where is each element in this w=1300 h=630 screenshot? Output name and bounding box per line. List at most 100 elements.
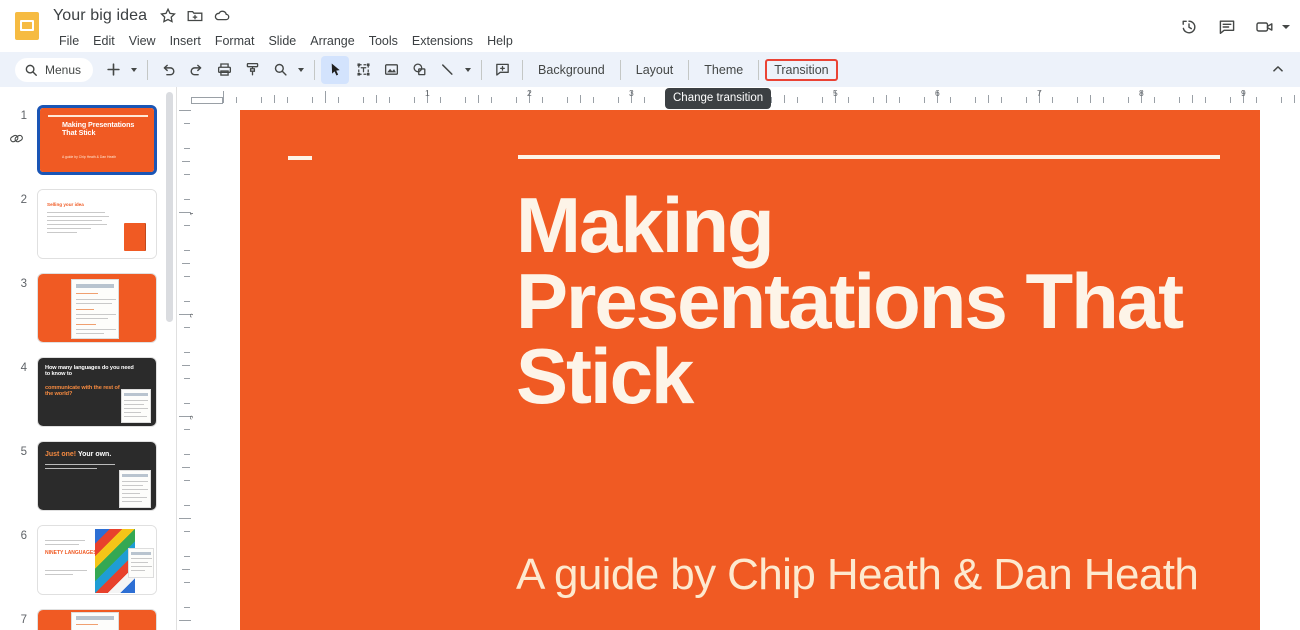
slide-thumbnail[interactable] [37,609,157,630]
slide-accent-dash [288,156,312,160]
move-to-folder-icon[interactable] [186,7,204,25]
ruler-tick [886,95,887,103]
version-history-icon[interactable] [1173,11,1205,43]
slide-thumbnail[interactable] [37,273,157,343]
menu-tools[interactable]: Tools [362,31,405,51]
zoom-icon [274,63,287,76]
menu-extensions[interactable]: Extensions [405,31,480,51]
thumb-title: Selling your idea [47,202,84,207]
ruler-tick-minor [643,97,645,103]
line-chevron-down-icon[interactable] [461,56,475,84]
slides-logo-icon[interactable] [13,11,41,41]
current-slide[interactable]: Making Presentations That Stick A guide … [240,110,1260,630]
vertical-ruler[interactable]: 123 [177,104,193,630]
toolbar-divider-6 [688,59,690,80]
plus-icon [106,63,120,76]
slide-number: 5 [20,446,27,458]
ruler-tick-minor [184,148,190,150]
filmstrip-slide-4[interactable]: 4 How many languages do you need to know… [0,357,176,441]
ruler-tick [376,95,377,103]
slide-filmstrip[interactable]: 1 Making Presentations That Stick A guid… [0,87,176,630]
ruler-tick-minor [184,530,190,532]
comment-icon[interactable] [1211,11,1243,43]
transition-button[interactable]: Transition [765,58,838,81]
ruler-tick-minor [618,97,620,103]
thumb-subtitle: A guide by Chip Heath & Dan Heath [62,155,117,159]
video-camera-icon[interactable] [1249,11,1281,43]
insert-image-button[interactable] [377,56,405,84]
slide-canvas-area[interactable]: Making Presentations That Stick A guide … [193,104,1300,630]
ruler-tick-minor [1026,97,1028,103]
menu-file[interactable]: File [52,31,86,51]
top-right-actions [1173,11,1290,43]
ruler-tick [988,95,989,103]
insert-line-button[interactable] [433,56,461,84]
redo-button[interactable] [182,56,210,84]
print-icon [217,63,231,76]
menu-view[interactable]: View [122,31,163,51]
star-icon[interactable] [159,7,177,25]
menu-edit[interactable]: Edit [86,31,122,51]
search-menus-label: Menus [45,62,82,77]
slide-thumbnail[interactable]: Just one! Your own. [37,441,157,511]
slide-thumbnail[interactable]: Making Presentations That Stick A guide … [37,105,157,175]
ruler-tick-minor [1230,97,1232,103]
theme-button[interactable]: Theme [695,59,752,81]
filmstrip-slide-2[interactable]: 2 Selling your idea [0,189,176,273]
background-button[interactable]: Background [529,59,614,81]
menu-slide[interactable]: Slide [261,31,303,51]
ruler-tick [182,467,190,468]
new-slide-button[interactable] [99,56,127,84]
collapse-toolbar-button[interactable] [1264,55,1292,83]
print-button[interactable] [210,56,238,84]
ruler-tick-minor [975,97,977,103]
slide-subtitle[interactable]: A guide by Chip Heath & Dan Heath [516,550,1199,600]
ruler-tick-minor [184,454,190,456]
zoom-button[interactable] [266,56,294,84]
ruler-tick-minor [439,97,441,103]
transition-indicator-icon[interactable] [9,131,24,151]
ruler-tick-minor [898,97,900,103]
menu-arrange[interactable]: Arrange [303,31,361,51]
add-comment-icon [495,63,509,76]
filmstrip-slide-7[interactable]: 7 [0,609,176,630]
toolbar-divider-4 [522,59,524,80]
ruler-indent-handle[interactable] [191,97,223,104]
new-slide-chevron-down-icon[interactable] [127,56,141,84]
slide-thumbnail[interactable]: Selling your idea [37,189,157,259]
ruler-tick-minor [184,607,190,609]
slide-title[interactable]: Making Presentations That Stick [516,186,1256,415]
toolbar-divider-7 [758,59,760,80]
select-tool-button[interactable] [321,55,350,84]
toolbar-divider [147,59,149,80]
undo-button[interactable] [154,56,182,84]
insert-shape-button[interactable] [405,56,433,84]
ruler-tick-minor [184,556,190,558]
paint-format-button[interactable] [238,56,266,84]
cursor-arrow-icon [331,63,340,76]
zoom-chevron-down-icon[interactable] [294,56,308,84]
filmstrip-slide-5[interactable]: 5 Just one! Your own. [0,441,176,525]
ruler-tick-minor [414,97,416,103]
search-menus-button[interactable]: Menus [15,57,94,82]
filmstrip-slide-1[interactable]: 1 Making Presentations That Stick A guid… [0,105,176,189]
cloud-saved-icon[interactable] [213,7,231,25]
filmstrip-slide-3[interactable]: 3 [0,273,176,357]
text-box-button[interactable] [349,56,377,84]
menu-help[interactable]: Help [480,31,520,51]
slide-number: 7 [20,614,27,626]
menu-format[interactable]: Format [208,31,262,51]
slide-thumbnail[interactable]: NINETY LANGUAGES [37,525,157,595]
meet-button-group[interactable] [1249,11,1290,43]
ruler-label: 2 [527,88,532,98]
menu-insert[interactable]: Insert [163,31,208,51]
filmstrip-slide-6[interactable]: 6 NINETY LANGUAGES [0,525,176,609]
ruler-tick-minor [286,97,288,103]
add-comment-button[interactable] [488,56,516,84]
ruler-tick-minor [184,224,190,226]
document-title[interactable]: Your big idea [50,6,150,26]
layout-button[interactable]: Layout [627,59,683,81]
slide-thumbnail[interactable]: How many languages do you need to know t… [37,357,157,427]
filmstrip-scrollbar[interactable] [166,92,173,322]
meet-chevron-down-icon[interactable] [1282,25,1290,29]
